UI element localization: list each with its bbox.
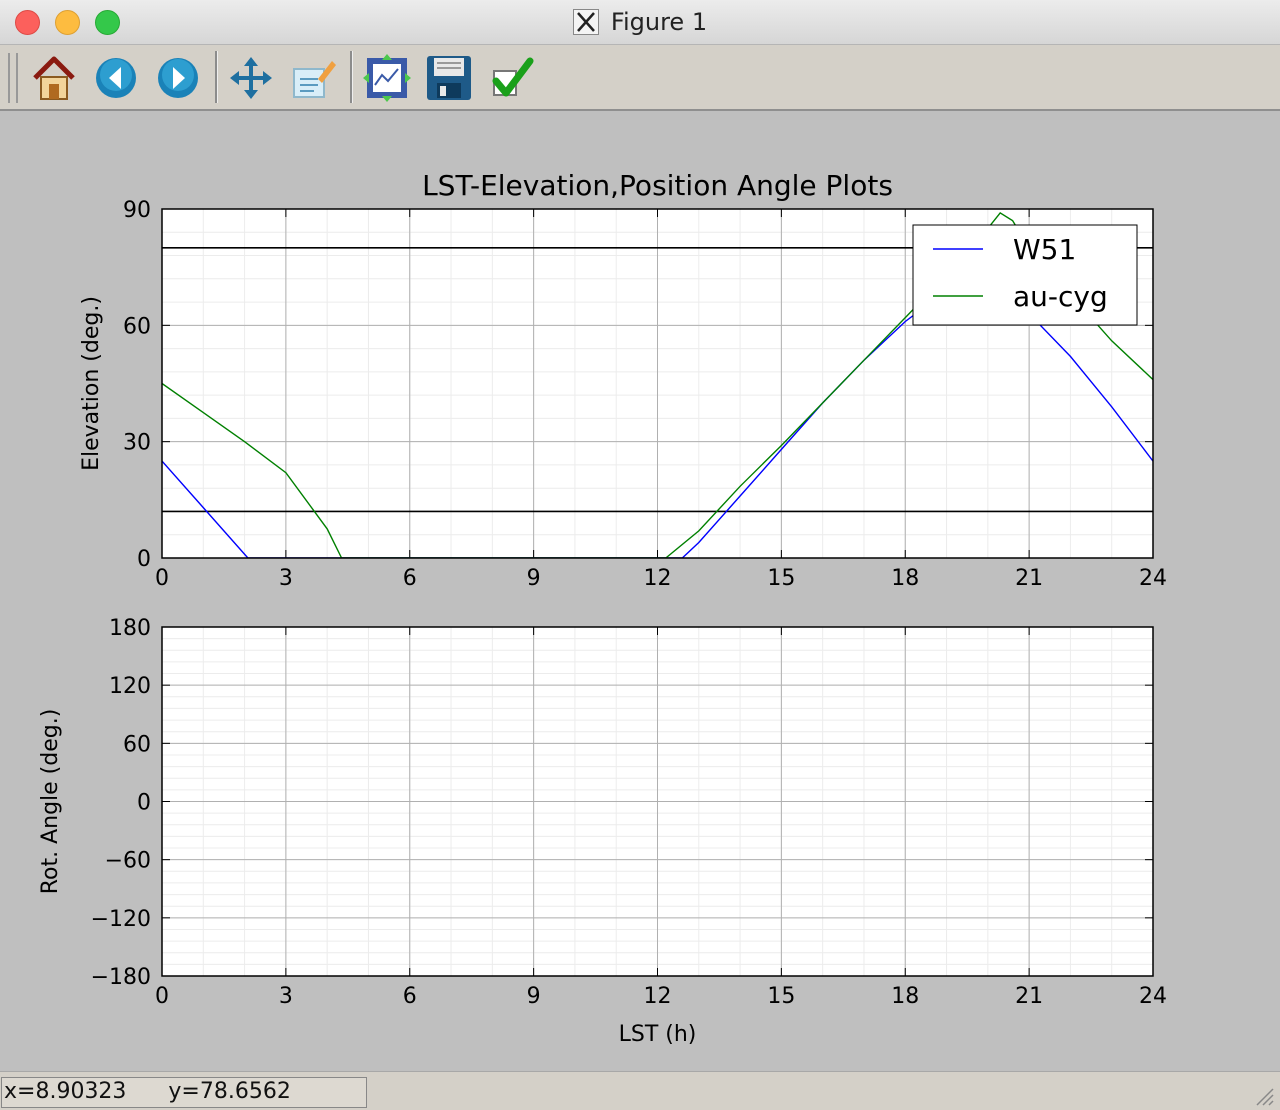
home-button[interactable]	[29, 53, 79, 103]
x-tick-label: 3	[279, 984, 293, 1009]
y-tick-label: −120	[91, 907, 151, 932]
x-tick-label: 15	[767, 566, 795, 591]
status-bar: x=8.90323 y=78.6562	[0, 1071, 1280, 1110]
x-tick-label: 0	[155, 984, 169, 1009]
x-tick-label: 18	[891, 566, 919, 591]
y-axis-label: Rot. Angle (deg.)	[38, 709, 63, 895]
x-tick-label: 21	[1015, 984, 1043, 1009]
legend-label-au-cyg: au-cyg	[1013, 280, 1108, 313]
x-tick-label: 12	[644, 984, 672, 1009]
x-tick-label: 9	[527, 984, 541, 1009]
toolbar-grip[interactable]	[8, 53, 18, 103]
cursor-x-readout: x=8.90323	[4, 1079, 127, 1104]
navigation-toolbar	[0, 45, 1280, 111]
window-titlebar: Figure 1	[0, 0, 1280, 45]
subplots-icon	[363, 54, 411, 102]
y-tick-label: 60	[123, 314, 151, 339]
cursor-coordinates: x=8.90323 y=78.6562	[1, 1077, 367, 1108]
x-tick-label: 0	[155, 566, 169, 591]
y-tick-label: 60	[123, 732, 151, 757]
window-title: Figure 1	[610, 8, 708, 36]
forward-icon	[158, 58, 198, 98]
toolbar-separator	[215, 51, 218, 103]
x-tick-label: 24	[1139, 984, 1167, 1009]
back-icon	[96, 58, 136, 98]
resize-grip-icon[interactable]	[1252, 1084, 1274, 1106]
elevation-axes[interactable]: 0 3 6 9 12 15 18 21 24 0 30 60 90 LST-Elevation,Posit…	[79, 169, 1167, 591]
x-tick-label: 15	[767, 984, 795, 1009]
x-tick-label: 9	[527, 566, 541, 591]
zoom-icon	[293, 61, 336, 98]
forward-button[interactable]	[153, 53, 203, 103]
figure-canvas[interactable]: 0 3 6 9 12 15 18 21 24 0 30 60 90 LST-Elevation,Posit…	[0, 111, 1280, 1071]
y-tick-label: 90	[123, 198, 151, 223]
customize-icon	[492, 57, 534, 97]
y-tick-label: −60	[105, 849, 151, 874]
y-tick-label: −180	[91, 965, 151, 990]
subplots-button[interactable]	[362, 53, 412, 103]
x-tick-label: 6	[403, 984, 417, 1009]
x-axis-label: LST (h)	[619, 1022, 697, 1047]
save-icon	[427, 56, 471, 100]
zoom-button[interactable]	[288, 53, 338, 103]
xquartz-icon	[572, 9, 599, 35]
customize-button[interactable]	[486, 53, 536, 103]
pan-icon	[230, 57, 272, 99]
rotation-angle-axes[interactable]: 0 3 6 9 12 15 18 21 24 −180 −120 −60 0 60 120 180 Rot. A…	[38, 616, 1167, 1047]
cursor-y-readout: y=78.6562	[168, 1079, 291, 1104]
window-title-group: Figure 1	[0, 8, 1280, 36]
pan-button[interactable]	[226, 53, 276, 103]
back-button[interactable]	[91, 53, 141, 103]
x-tick-label: 12	[644, 566, 672, 591]
x-tick-label: 18	[891, 984, 919, 1009]
x-tick-label: 21	[1015, 566, 1043, 591]
y-tick-label: 0	[137, 791, 151, 816]
x-tick-label: 3	[279, 566, 293, 591]
figure-svg[interactable]: 0 3 6 9 12 15 18 21 240306090LST-Elevation,Posit…	[0, 111, 1280, 1071]
y-tick-label: 180	[109, 616, 151, 641]
legend-label-w51: W51	[1013, 233, 1076, 266]
y-tick-label: 30	[123, 431, 151, 456]
x-tick-label: 6	[403, 566, 417, 591]
home-icon	[33, 56, 75, 100]
y-tick-label: 0	[137, 547, 151, 572]
chart-title: LST-Elevation,Position Angle Plots	[422, 169, 893, 202]
x-tick-label: 24	[1139, 566, 1167, 591]
y-axis-label: Elevation (deg.)	[79, 296, 104, 471]
y-tick-label: 120	[109, 674, 151, 699]
save-button[interactable]	[424, 53, 474, 103]
toolbar-separator	[350, 51, 353, 103]
